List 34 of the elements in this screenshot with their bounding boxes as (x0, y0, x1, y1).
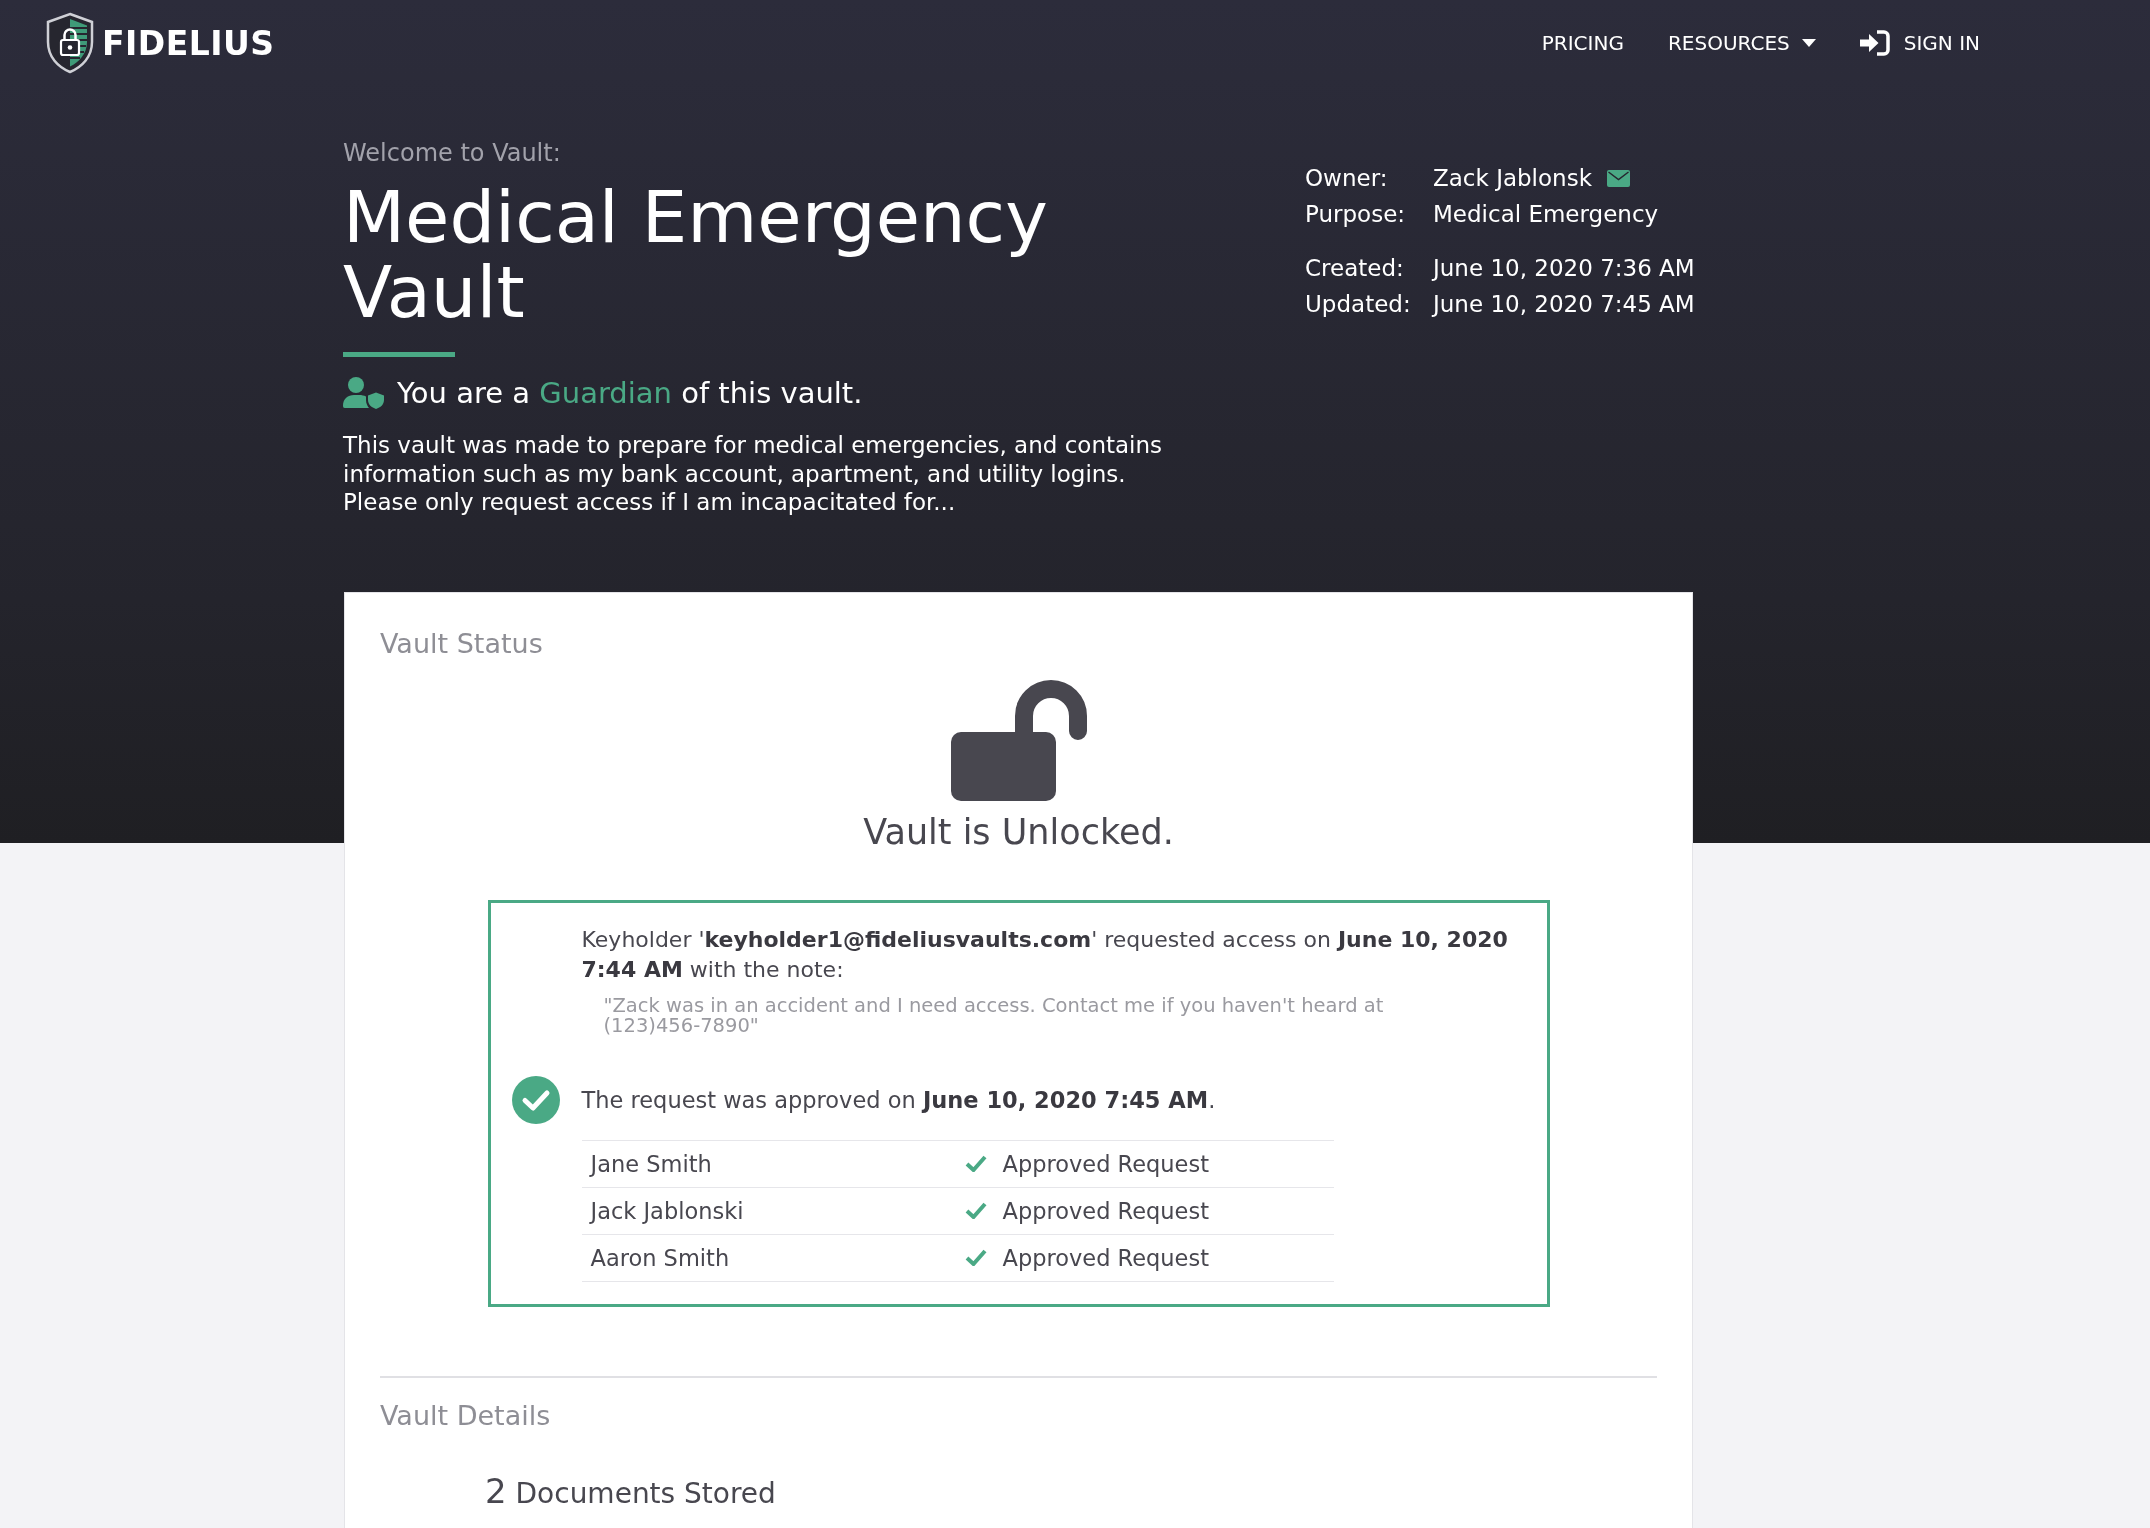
info-label: Created: (1305, 254, 1405, 283)
info-value: June 10, 2020 7:45 AM (1433, 290, 1695, 319)
caret-icon (1801, 39, 1816, 47)
approval-status: Approved Request (1002, 1150, 1209, 1177)
nav-dropdown[interactable]: RESOURCES (1667, 31, 1816, 55)
vault-status-text: Vault is Unlocked. (862, 810, 1175, 854)
approval-status: Approved Request (1002, 1197, 1209, 1224)
envelope-icon[interactable] (1606, 169, 1630, 187)
info-value: Zack Jablonsk (1433, 164, 1592, 193)
vault-description: This vault was made to prepare for medical emergencies, and contains information such as my bank account, apartment, and utility logins. Please only request access if I am incapacitated for... (343, 431, 1163, 517)
role-statement: You are a Guardian of this vault. (397, 375, 863, 411)
nav-link[interactable]: PRICING (1541, 31, 1624, 55)
info-label: Purpose: (1305, 200, 1407, 229)
info-value: June 10, 2020 7:36 AM (1433, 254, 1695, 283)
approver-name: Jane Smith (588, 1150, 713, 1177)
approval-message: The request was approved on June 10, 2020 7:45 AM. (581, 1085, 1216, 1115)
section-title: Vault Details (380, 1398, 552, 1433)
brand-name[interactable]: FIDELIUS (102, 23, 275, 63)
documents-stored-text: 2 Documents Stored (485, 1470, 777, 1513)
request-message: Keyholder 'keyholder1@fideliusvaults.com' requested access on June 10, 2020 7:44 AM with the note: (581, 925, 1509, 984)
approver-name: Jack Jablonski (588, 1197, 745, 1224)
welcome-label: Welcome to Vault: (343, 138, 562, 168)
section-title: Vault Status (380, 626, 544, 661)
request-note: "Zack was in an accident and I need access. Contact me if you haven't heard at (123)456-7890" (603, 995, 1385, 1036)
approval-status: Approved Request (1002, 1244, 1209, 1271)
info-label: Owner: (1305, 164, 1389, 193)
info-label: Updated: (1305, 290, 1412, 319)
info-value: Medical Emergency (1433, 200, 1659, 229)
shield-lock-logo-icon[interactable] (45, 12, 95, 74)
sign-in-icon (1859, 30, 1890, 56)
sign-in-link[interactable]: SIGN IN (1859, 30, 1980, 56)
user-shield-icon (343, 377, 384, 409)
vault-title: Medical Emergency Vault (343, 180, 1049, 330)
approver-name: Aaron Smith (589, 1244, 731, 1271)
